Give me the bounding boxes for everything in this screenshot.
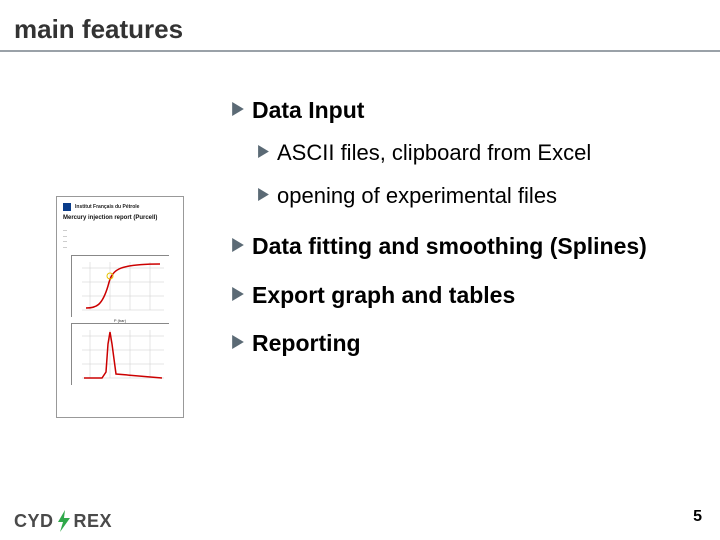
slide: main features Data Input ASCII files, cl… xyxy=(0,0,720,540)
content-area: Data Input ASCII files, clipboard from E… xyxy=(232,96,702,372)
triangle-bullet-icon xyxy=(232,335,244,354)
report-thumbnail: Institut Français du Pétrole Mercury inj… xyxy=(56,196,184,418)
chart-icon xyxy=(72,324,170,386)
triangle-bullet-icon xyxy=(232,102,244,121)
bullet-fitting: Data fitting and smoothing (Splines) xyxy=(232,232,702,261)
thumb-chart-2 xyxy=(71,323,169,385)
footer-logo: CYD REX xyxy=(14,512,112,530)
bullet-export: Export graph and tables xyxy=(232,281,702,310)
thumb-logo: Institut Français du Pétrole xyxy=(63,203,177,211)
chart-icon xyxy=(72,256,170,318)
footer-logo-flash-icon xyxy=(56,512,72,530)
bullet-text: Data Input xyxy=(252,96,364,125)
triangle-bullet-icon xyxy=(232,287,244,306)
bullet-text: ASCII files, clipboard from Excel xyxy=(277,139,591,167)
footer-logo-left: CYD xyxy=(14,512,54,530)
bullet-data-input: Data Input xyxy=(232,96,702,125)
thumb-chart-1: P (bar) xyxy=(71,255,169,317)
logo-square-icon xyxy=(63,203,71,211)
thumb-meta: ———— xyxy=(63,227,177,249)
triangle-bullet-icon xyxy=(232,238,244,257)
triangle-bullet-icon xyxy=(258,188,269,206)
footer-logo-right: REX xyxy=(74,512,113,530)
thumb-org: Institut Français du Pétrole xyxy=(75,204,139,210)
slide-title: main features xyxy=(14,14,183,45)
triangle-bullet-icon xyxy=(258,145,269,163)
bullet-text: opening of experimental files xyxy=(277,182,557,210)
bullet-text: Data fitting and smoothing (Splines) xyxy=(252,232,647,261)
title-underline xyxy=(0,50,720,52)
bullet-opening: opening of experimental files xyxy=(258,182,702,210)
bullet-reporting: Reporting xyxy=(232,329,702,358)
bullet-text: Reporting xyxy=(252,329,361,358)
bullet-text: Export graph and tables xyxy=(252,281,515,310)
bullet-ascii: ASCII files, clipboard from Excel xyxy=(258,139,702,167)
thumb-title: Mercury injection report (Purcell) xyxy=(63,215,177,221)
page-number: 5 xyxy=(693,508,702,526)
